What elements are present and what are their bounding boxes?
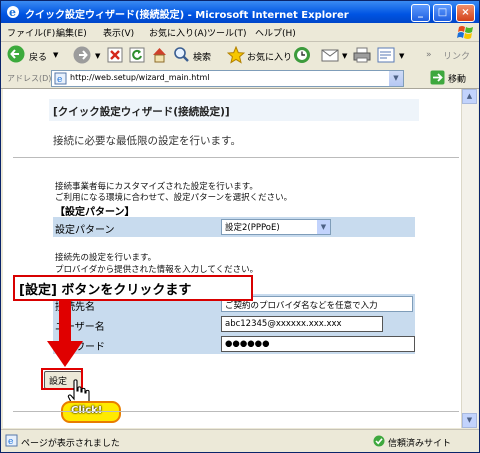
back-icon (7, 45, 25, 63)
address-bar: アドレス(D) e http://web.setup/wizard_main.h… (1, 68, 479, 89)
mail-dropdown-icon[interactable]: ▼ (342, 52, 347, 60)
address-url: http://web.setup/wizard_main.html (70, 73, 210, 82)
divider (13, 157, 459, 158)
maximize-button[interactable]: □ (433, 4, 452, 22)
links-label[interactable]: リンク (443, 49, 470, 62)
ie-icon: e (7, 6, 19, 19)
svg-text:e: e (9, 6, 16, 19)
status-bar: e ページが表示されました 信頼済みサイト (1, 429, 479, 452)
favorites-star-icon (227, 46, 245, 64)
search-button[interactable]: 検索 (173, 45, 223, 65)
refresh-icon[interactable] (129, 47, 145, 63)
menu-view[interactable]: 表示(V) (103, 26, 134, 39)
pattern-select[interactable]: 設定2(PPPoE) ▼ (221, 219, 331, 235)
print-icon[interactable] (353, 47, 371, 63)
pattern-row: 設定パターン 設定2(PPPoE) ▼ (53, 217, 415, 237)
down-arrow-icon (47, 299, 83, 367)
go-arrow-icon (430, 70, 445, 85)
scroll-down-icon[interactable]: ▼ (462, 413, 477, 428)
toolbar: 戻る ▼ ▼ 検索 お気に入り ▼ ▼ » リンク (1, 42, 479, 69)
scroll-up-icon[interactable]: ▲ (462, 89, 477, 104)
page-lead: 接続に必要な最低限の設定を行います。 (53, 135, 241, 147)
search-icon (174, 47, 189, 62)
edit-dropdown-icon[interactable]: ▼ (399, 52, 404, 60)
click-badge: Click! (61, 401, 121, 423)
chevron-down-icon[interactable]: ▼ (317, 220, 330, 234)
page-icon: e (54, 72, 67, 85)
history-icon[interactable] (293, 46, 311, 64)
pattern-section-title: 【設定パターン】 (55, 207, 135, 218)
stop-icon[interactable] (107, 47, 123, 63)
go-label: 移動 (448, 75, 467, 85)
pattern-label: 設定パターン (55, 225, 115, 236)
menu-help[interactable]: ヘルプ(H) (255, 26, 296, 39)
address-dropdown-icon[interactable]: ▼ (389, 71, 403, 86)
home-icon[interactable] (151, 46, 168, 63)
windows-logo-icon (457, 26, 473, 39)
page-header: [クイック設定ウィザード(接続設定)] (49, 99, 419, 121)
instruction-callout: [設定] ボタンをクリックます (13, 275, 253, 301)
window-title: クイック設定ウィザード(接続設定) - Microsoft Internet E… (25, 10, 349, 21)
menu-edit[interactable]: 編集(E) (56, 26, 87, 39)
divider (13, 411, 459, 412)
back-dropdown-icon[interactable]: ▼ (53, 51, 58, 59)
pattern-select-value: 設定2(PPPoE) (225, 223, 280, 233)
favorites-button[interactable]: お気に入り (227, 45, 293, 65)
go-button[interactable]: 移動 (430, 70, 476, 85)
favorites-label: お気に入り (247, 53, 293, 63)
toolbar-separator: » (426, 50, 432, 60)
conn-intro-1: 接続先の設定を行います。 (55, 253, 157, 263)
minimize-button[interactable]: _ (411, 4, 430, 22)
conn-intro-2: プロバイダから提供された情報を入力してください。 (55, 265, 259, 275)
intro-text-2: ご利用になる環境に合わせて、設定パターンを選択ください。 (55, 193, 293, 203)
status-text: ページが表示されました (21, 439, 120, 449)
menu-tools[interactable]: ツール(T) (207, 26, 247, 39)
user-value: abc12345@xxxxxx.xxx.xxx (225, 319, 342, 329)
vertical-scrollbar[interactable]: ▲ ▼ (461, 89, 478, 428)
page-content: [クイック設定ウィザード(接続設定)] 接続に必要な最低限の設定を行います。 接… (3, 89, 461, 428)
zone-text: 信頼済みサイト (388, 439, 452, 449)
back-button[interactable]: 戻る ▼ (5, 45, 65, 65)
mail-icon[interactable] (321, 47, 341, 63)
back-label: 戻る (29, 53, 48, 63)
user-row: ユーザー名 abc12345@xxxxxx.xxx.xxx (53, 314, 415, 334)
forward-dropdown-icon[interactable]: ▼ (95, 52, 100, 60)
browser-window: e クイック設定ウィザード(接続設定) - Microsoft Internet… (0, 0, 480, 453)
search-label: 検索 (193, 53, 212, 63)
close-button[interactable]: × (456, 4, 475, 22)
trusted-site-icon (373, 435, 385, 447)
svg-text:e: e (8, 437, 13, 447)
address-input[interactable]: e http://web.setup/wizard_main.html ▼ (51, 70, 404, 87)
page-title: [クイック設定ウィザード(接続設定)] (53, 106, 230, 118)
forward-icon[interactable] (73, 46, 91, 64)
edit-icon[interactable] (377, 47, 399, 63)
title-bar: e クイック設定ウィザード(接続設定) - Microsoft Internet… (1, 1, 479, 23)
password-row: パスワード ●●●●●● (53, 334, 415, 354)
svg-text:e: e (57, 75, 62, 85)
user-input[interactable]: abc12345@xxxxxx.xxx.xxx (221, 316, 383, 332)
password-value: ●●●●●● (225, 339, 270, 349)
menu-file[interactable]: ファイル(F) (7, 26, 55, 39)
password-input[interactable]: ●●●●●● (221, 336, 415, 352)
menu-favorites[interactable]: お気に入り(A) (149, 26, 207, 39)
address-label: アドレス(D) (7, 74, 52, 83)
menu-bar: ファイル(F) 編集(E) 表示(V) お気に入り(A) ツール(T) ヘルプ(… (1, 23, 479, 42)
callout-text: [設定] ボタンをクリックます (19, 283, 192, 298)
page-status-icon: e (5, 434, 18, 447)
